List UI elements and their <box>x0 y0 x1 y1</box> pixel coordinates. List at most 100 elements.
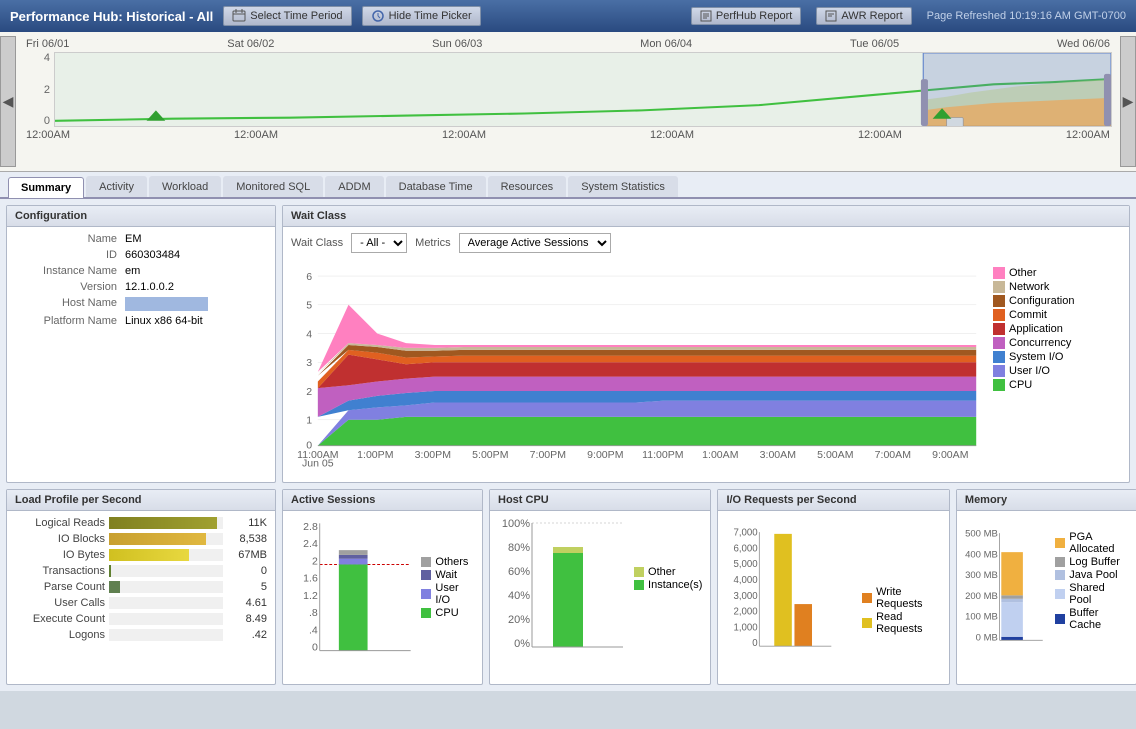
load-row-execute-count: Execute Count 8.49 <box>15 611 267 627</box>
awr-report-button[interactable]: AWR Report <box>816 7 911 25</box>
bottom-row: Load Profile per Second Logical Reads 11… <box>6 489 1130 685</box>
io-requests-panel: I/O Requests per Second 7,000 6,000 5,00… <box>717 489 949 685</box>
svg-text:5,000: 5,000 <box>734 559 758 570</box>
load-row-transactions: Transactions 0 <box>15 563 267 579</box>
active-sessions-content: 2.8 2.4 2 1.6 1.2 .8 .4 0 <box>291 515 474 680</box>
legend-system-io: System I/O <box>993 351 1125 363</box>
legend-log-buffer: Log Buffer <box>1055 556 1128 568</box>
legend-java-pool: Java Pool <box>1055 569 1128 581</box>
wait-class-chart: 6 5 4 3 2 1 0 <box>291 259 981 479</box>
timeline-svg <box>55 53 1111 126</box>
svg-text:1.2: 1.2 <box>303 590 318 602</box>
timeline-chart[interactable] <box>54 52 1112 127</box>
svg-text:0 MB: 0 MB <box>976 632 998 643</box>
svg-text:200 MB: 200 MB <box>965 591 998 602</box>
host-cpu-header: Host CPU <box>490 490 710 511</box>
svg-text:5: 5 <box>306 300 312 312</box>
io-requests-legend: Write Requests Read Requests <box>858 515 941 636</box>
io-requests-body: 7,000 6,000 5,000 4,000 3,000 2,000 1,00… <box>718 511 948 684</box>
io-requests-chart: 7,000 6,000 5,000 4,000 3,000 2,000 1,00… <box>726 515 858 680</box>
svg-text:100 MB: 100 MB <box>965 612 998 623</box>
tab-activity[interactable]: Activity <box>86 176 147 197</box>
wait-class-header: Wait Class <box>283 206 1129 227</box>
svg-text:40%: 40% <box>508 590 530 602</box>
legend-user-io-small: User I/O <box>421 582 474 606</box>
tab-addm[interactable]: ADDM <box>325 176 383 197</box>
tab-summary[interactable]: Summary <box>8 177 84 198</box>
page-refreshed-label: Page Refreshed 10:19:16 AM GMT-0700 <box>927 10 1126 22</box>
memory-body: 500 MB 400 MB 300 MB 200 MB 100 MB 0 MB <box>957 511 1136 684</box>
memory-legend: PGA Allocated Log Buffer Java Pool Share… <box>1051 515 1128 680</box>
svg-text:3:00AM: 3:00AM <box>760 449 796 461</box>
timeline-left-button[interactable]: ◀ <box>0 36 16 167</box>
svg-text:9:00AM: 9:00AM <box>932 449 968 461</box>
wait-chart-area: 6 5 4 3 2 1 0 <box>283 259 989 482</box>
svg-text:5:00PM: 5:00PM <box>472 449 508 461</box>
host-cpu-legend: Other Instance(s) <box>628 515 702 592</box>
svg-text:1:00PM: 1:00PM <box>357 449 393 461</box>
clock-icon <box>371 9 385 23</box>
legend-network-color <box>993 281 1005 293</box>
legend-read-requests: Read Requests <box>862 611 941 635</box>
tab-workload[interactable]: Workload <box>149 176 221 197</box>
svg-text:7:00AM: 7:00AM <box>875 449 911 461</box>
legend-other-color <box>993 267 1005 279</box>
memory-chart: 500 MB 400 MB 300 MB 200 MB 100 MB 0 MB <box>965 515 1051 680</box>
legend-configuration: Configuration <box>993 295 1125 307</box>
tab-resources[interactable]: Resources <box>488 176 567 197</box>
load-profile-panel: Load Profile per Second Logical Reads 11… <box>6 489 276 685</box>
legend-cpu-color <box>993 379 1005 391</box>
timeline-right-button[interactable]: ▶ <box>1120 36 1136 167</box>
tab-database-time[interactable]: Database Time <box>386 176 486 197</box>
host-cpu-panel: Host CPU 100% 80% 60% 40% 20% 0% <box>489 489 711 685</box>
wait-class-body: 6 5 4 3 2 1 0 <box>283 259 1129 482</box>
svg-text:0: 0 <box>312 642 318 654</box>
header: Performance Hub: Historical - All Select… <box>0 0 1136 32</box>
top-row: Configuration Name EM ID 660303484 Insta… <box>6 205 1130 483</box>
svg-text:2.4: 2.4 <box>303 538 318 550</box>
main-content: Configuration Name EM ID 660303484 Insta… <box>0 199 1136 691</box>
config-row-version: Version 12.1.0.0.2 <box>11 279 271 295</box>
svg-text:Jun 05: Jun 05 <box>302 458 334 470</box>
svg-text:1: 1 <box>306 415 312 427</box>
active-sessions-legend: Others Wait User I/O CPU <box>415 515 474 620</box>
memory-panel: Memory 500 MB 400 MB 300 MB 200 MB 100 M… <box>956 489 1136 685</box>
host-cpu-chart: 100% 80% 60% 40% 20% 0% <box>498 515 628 680</box>
svg-text:3: 3 <box>306 357 312 369</box>
memory-header: Memory <box>957 490 1136 511</box>
load-row-io-bytes: IO Bytes 67MB <box>15 547 267 563</box>
metrics-select[interactable]: Average Active Sessions <box>459 233 611 253</box>
hide-time-picker-button[interactable]: Hide Time Picker <box>362 6 481 26</box>
svg-text:.8: .8 <box>309 607 318 619</box>
tab-monitored-sql[interactable]: Monitored SQL <box>223 176 323 197</box>
load-profile-header: Load Profile per Second <box>7 490 275 511</box>
legend-others: Others <box>421 556 474 568</box>
header-right: PerfHub Report AWR Report Page Refreshed… <box>691 7 1126 25</box>
active-sessions-header: Active Sessions <box>283 490 482 511</box>
svg-text:2: 2 <box>306 386 312 398</box>
select-time-period-button[interactable]: Select Time Period <box>223 6 351 26</box>
timeline-dates: Fri 06/01 Sat 06/02 Sun 06/03 Mon 06/04 … <box>16 36 1120 52</box>
svg-text:80%: 80% <box>508 542 530 554</box>
load-row-user-calls: User Calls 4.61 <box>15 595 267 611</box>
perfhub-report-button[interactable]: PerfHub Report <box>691 7 801 25</box>
svg-text:3,000: 3,000 <box>734 591 758 602</box>
svg-text:7:00PM: 7:00PM <box>530 449 566 461</box>
legend-user-io: User I/O <box>993 365 1125 377</box>
load-row-logical-reads: Logical Reads 11K <box>15 515 267 531</box>
host-cpu-content: 100% 80% 60% 40% 20% 0% <box>498 515 702 680</box>
legend-shared-pool: Shared Pool <box>1055 582 1128 606</box>
wait-class-select[interactable]: - All - <box>351 233 407 253</box>
wait-class-controls: Wait Class - All - Metrics Average Activ… <box>283 227 1129 259</box>
timeline-content: Fri 06/01 Sat 06/02 Sun 06/03 Mon 06/04 … <box>16 36 1120 167</box>
legend-cpu-small: CPU <box>421 607 474 619</box>
io-requests-content: 7,000 6,000 5,000 4,000 3,000 2,000 1,00… <box>726 515 940 680</box>
legend-concurrency-color <box>993 337 1005 349</box>
tab-system-statistics[interactable]: System Statistics <box>568 176 678 197</box>
legend-wait: Wait <box>421 569 474 581</box>
svg-text:400 MB: 400 MB <box>965 549 998 560</box>
timeline-times: 12:00AM 12:00AM 12:00AM 12:00AM 12:00AM … <box>16 127 1120 143</box>
svg-text:1.6: 1.6 <box>303 573 318 585</box>
page-title: Performance Hub: Historical - All <box>10 9 213 24</box>
svg-text:6: 6 <box>306 271 312 283</box>
